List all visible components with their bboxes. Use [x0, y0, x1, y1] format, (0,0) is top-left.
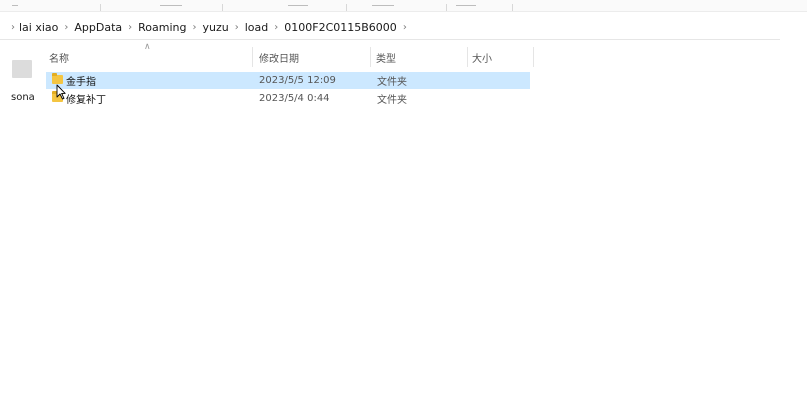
- ribbon-remnant: [0, 0, 807, 12]
- ribbon-divider: [446, 4, 447, 11]
- breadcrumb-chevron-icon[interactable]: ›: [0, 22, 19, 33]
- breadcrumb-item-appdata[interactable]: AppData: [74, 21, 122, 34]
- file-explorer-window: › lai xiao › AppData › Roaming › yuzu › …: [0, 0, 807, 400]
- column-divider[interactable]: [533, 47, 534, 67]
- ribbon-divider: [222, 4, 223, 11]
- breadcrumb-item-load[interactable]: load: [245, 21, 269, 34]
- breadcrumb-chevron-icon[interactable]: ›: [122, 22, 138, 33]
- breadcrumb-chevron-icon[interactable]: ›: [187, 22, 203, 33]
- column-header-type-label: 类型: [376, 53, 396, 65]
- file-modified: 2023/5/5 12:09: [259, 75, 336, 86]
- file-row-cheats-folder[interactable]: 金手指 2023/5/5 12:09 文件夹: [46, 72, 530, 89]
- ribbon-divider: [346, 4, 347, 11]
- folder-icon: [52, 73, 63, 84]
- column-header-modified-label: 修改日期: [259, 53, 299, 65]
- column-header-name[interactable]: 名称: [49, 44, 249, 70]
- breadcrumb-item-user[interactable]: lai xiao: [19, 21, 58, 34]
- file-type: 文件夹: [377, 77, 407, 88]
- column-header-type[interactable]: 类型: [376, 44, 466, 70]
- nav-pane-icon[interactable]: [12, 60, 32, 78]
- breadcrumb-item-yuzu[interactable]: yuzu: [203, 21, 229, 34]
- ribbon-mark: [288, 5, 308, 6]
- file-type: 文件夹: [377, 95, 407, 106]
- file-modified: 2023/5/4 0:44: [259, 93, 330, 104]
- ribbon-mark: [372, 5, 394, 6]
- file-name: 修复补丁: [66, 95, 106, 106]
- ribbon-mark: [12, 5, 18, 6]
- ribbon-divider: [512, 4, 513, 11]
- breadcrumb-chevron-icon[interactable]: ›: [397, 22, 413, 33]
- breadcrumb-item-roaming[interactable]: Roaming: [138, 21, 186, 34]
- breadcrumb-chevron-icon[interactable]: ›: [229, 22, 245, 33]
- column-header-name-label: 名称: [49, 53, 69, 65]
- mouse-pointer-icon: [56, 84, 66, 100]
- file-row-patch-folder[interactable]: 修复补丁 2023/5/4 0:44 文件夹: [46, 90, 530, 107]
- column-header-size[interactable]: 大小: [472, 44, 532, 70]
- ribbon-mark: [160, 5, 182, 6]
- nav-pane-item-label[interactable]: sonal: [11, 92, 35, 103]
- column-header-modified[interactable]: 修改日期: [259, 44, 369, 70]
- column-divider[interactable]: [370, 47, 371, 67]
- column-divider[interactable]: [467, 47, 468, 67]
- file-name: 金手指: [66, 77, 96, 88]
- column-divider[interactable]: [252, 47, 253, 67]
- column-header-size-label: 大小: [472, 53, 492, 65]
- breadcrumb-chevron-icon[interactable]: ›: [268, 22, 284, 33]
- breadcrumb-chevron-icon[interactable]: ›: [58, 22, 74, 33]
- address-bar[interactable]: › lai xiao › AppData › Roaming › yuzu › …: [0, 16, 780, 40]
- ribbon-mark: [456, 5, 476, 6]
- ribbon-divider: [100, 4, 101, 11]
- breadcrumb-item-title-id[interactable]: 0100F2C0115B6000: [284, 21, 397, 34]
